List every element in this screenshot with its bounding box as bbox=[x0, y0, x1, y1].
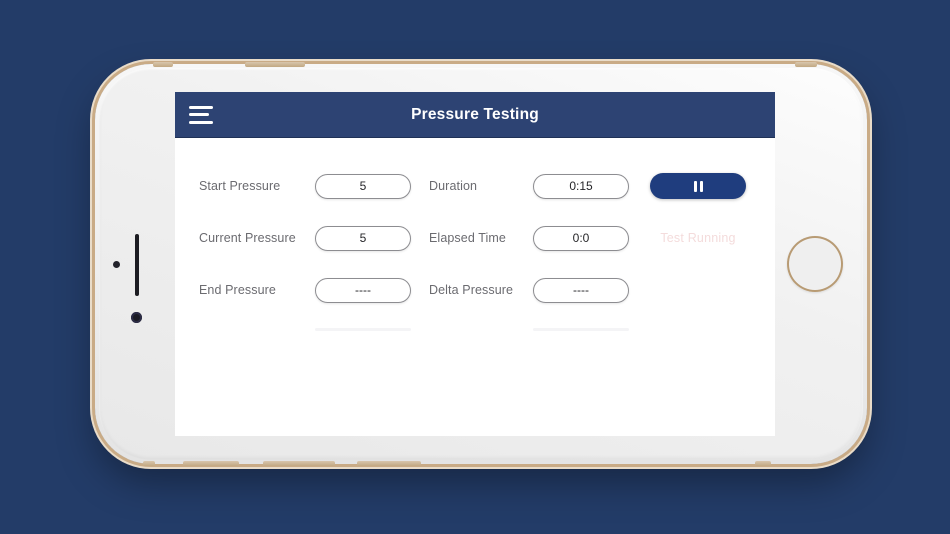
hamburger-line-1 bbox=[189, 105, 213, 109]
screenshot-canvas: Pressure Testing Start Pressure 5 Durati… bbox=[0, 0, 950, 534]
volume-button-down[interactable] bbox=[183, 461, 239, 466]
pause-icon-bar-right bbox=[699, 180, 703, 192]
input-elapsed-time[interactable]: 0:0 bbox=[533, 225, 629, 251]
hamburger-menu-icon[interactable] bbox=[189, 105, 213, 124]
home-button[interactable] bbox=[787, 236, 843, 292]
label-end-pressure: End Pressure bbox=[199, 283, 276, 297]
faded-field-right bbox=[533, 328, 629, 331]
form-area: Start Pressure 5 Duration 0:15 Current P… bbox=[175, 138, 775, 436]
hamburger-line-3 bbox=[189, 120, 213, 124]
app-header: Pressure Testing bbox=[175, 92, 775, 138]
volume-button-up[interactable] bbox=[263, 461, 335, 466]
earpiece-speaker bbox=[135, 234, 139, 296]
input-end-pressure[interactable]: ---- bbox=[315, 277, 411, 303]
label-start-pressure: Start Pressure bbox=[199, 179, 281, 193]
faded-field-left bbox=[315, 328, 411, 331]
antenna-band-top-left bbox=[153, 62, 173, 67]
phone-screen: Pressure Testing Start Pressure 5 Durati… bbox=[175, 92, 775, 436]
pause-button-container bbox=[647, 173, 749, 199]
input-delta-pressure[interactable]: ---- bbox=[533, 277, 629, 303]
label-current-pressure: Current Pressure bbox=[199, 231, 296, 245]
antenna-band-bottom-b bbox=[755, 461, 771, 466]
label-elapsed-time: Elapsed Time bbox=[429, 231, 506, 245]
input-duration[interactable]: 0:15 bbox=[533, 173, 629, 199]
pause-button[interactable] bbox=[650, 173, 746, 199]
form-row-current-pressure: Current Pressure 5 Elapsed Time 0:0 Test… bbox=[175, 212, 775, 264]
antenna-band-top-mid bbox=[245, 62, 305, 67]
proximity-sensor-icon bbox=[113, 261, 120, 268]
pause-icon-bar-left bbox=[693, 180, 697, 192]
status-badge-test-running: Test Running bbox=[660, 231, 736, 245]
antenna-band-top-right bbox=[795, 62, 817, 67]
hamburger-line-2 bbox=[189, 113, 209, 116]
label-duration: Duration bbox=[429, 179, 478, 193]
antenna-band-bottom-a bbox=[143, 461, 155, 466]
form-row-end-pressure: End Pressure ---- Delta Pressure ---- bbox=[175, 264, 775, 316]
form-row-start-pressure: Start Pressure 5 Duration 0:15 bbox=[175, 160, 775, 212]
input-current-pressure[interactable]: 5 bbox=[315, 225, 411, 251]
phone-device-mockup: Pressure Testing Start Pressure 5 Durati… bbox=[95, 62, 867, 466]
silent-switch[interactable] bbox=[357, 461, 421, 466]
front-camera-icon bbox=[131, 312, 142, 323]
label-delta-pressure: Delta Pressure bbox=[429, 283, 514, 297]
input-start-pressure[interactable]: 5 bbox=[315, 173, 411, 199]
faded-field-row bbox=[175, 328, 775, 331]
page-title: Pressure Testing bbox=[411, 105, 539, 123]
status-container: Test Running bbox=[647, 231, 749, 245]
